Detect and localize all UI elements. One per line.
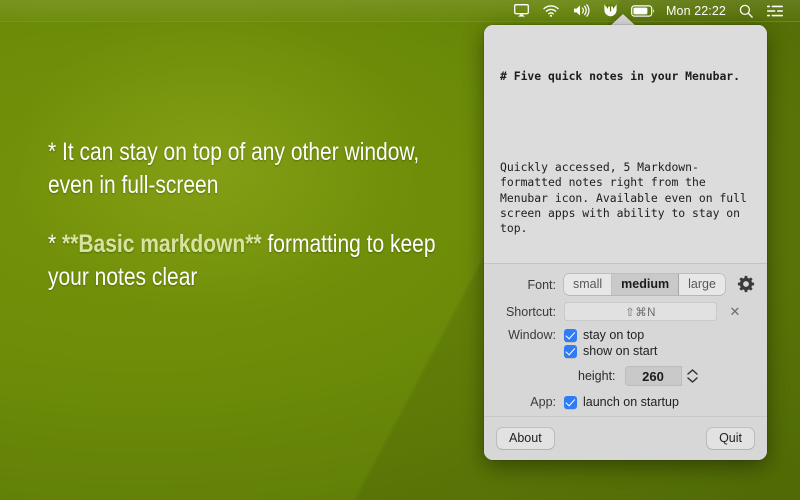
stay-on-top-checkbox[interactable] [564,328,577,342]
desktop-note-paragraph-2: * **Basic markdown** formatting to keep … [48,228,460,294]
height-input[interactable]: 260 [624,366,682,386]
desktop-note-paragraph-1: * It can stay on top of any other window… [48,136,460,202]
menubar: Mon 22:22 [0,0,800,22]
desktop-note-bold-text: **Basic markdown** [62,230,262,258]
search-icon[interactable] [732,0,760,22]
clear-shortcut-icon[interactable]: ✕ [728,305,742,318]
desktop-note-overlay: * It can stay on top of any other window… [48,136,460,320]
window-label: Window: [508,328,556,342]
notes-heading: # Five quick notes in your Menubar. [500,69,741,84]
stepper-down-icon [686,377,698,383]
show-on-start-checkbox-row[interactable]: show on start [564,344,755,358]
window-row: Window: stay on top [496,328,755,342]
airplay-icon[interactable] [507,0,536,22]
stay-on-top-label: stay on top [583,328,645,342]
launch-on-startup-checkbox[interactable] [564,395,577,409]
desktop-note-bullet-1: * [48,138,63,166]
show-on-start-label: show on start [583,344,658,358]
notes-text-area[interactable]: # Five quick notes in your Menubar. Quic… [484,25,767,263]
notes-blank-line [500,115,751,130]
settings-section: Font: small medium large Shortcut: ⇧⌘N ✕… [484,264,767,416]
quit-button[interactable]: Quit [707,428,754,449]
control-center-icon[interactable] [760,0,790,22]
show-on-start-checkbox[interactable] [564,344,577,358]
menubar-clock[interactable]: Mon 22:22 [662,0,732,22]
launch-on-startup-checkbox-row[interactable]: launch on startup [564,395,679,409]
shortcut-label: Shortcut: [505,304,556,319]
gear-icon[interactable] [737,275,755,293]
shortcut-row: Shortcut: ⇧⌘N ✕ [496,302,755,321]
height-label: height: [578,369,616,383]
volume-icon[interactable] [566,0,597,22]
app-label: App: [530,395,556,409]
font-row: Font: small medium large [496,274,755,295]
desktop-note-text-1: It can stay on top of any other window, … [48,138,420,199]
launch-on-startup-label: launch on startup [583,395,679,409]
stay-on-top-checkbox-row[interactable]: stay on top [564,328,644,342]
stepper-up-icon [686,369,698,375]
app-row: App: launch on startup [496,395,755,409]
font-size-option-medium[interactable]: medium [612,274,680,295]
notes-body: Quickly accessed, 5 Markdown-formatted n… [500,160,754,235]
font-size-segmented-control[interactable]: small medium large [564,274,725,295]
panel-footer: About Quit [484,416,767,460]
shortcut-input[interactable]: ⇧⌘N [564,302,717,321]
wifi-icon[interactable] [536,0,566,22]
height-stepper[interactable] [685,366,700,386]
notes-popover-panel: # Five quick notes in your Menubar. Quic… [484,25,767,460]
about-button[interactable]: About [497,428,554,449]
font-size-option-small[interactable]: small [564,274,613,295]
font-label: Font: [527,277,557,292]
height-row: height: 260 [578,366,755,386]
font-size-option-large[interactable]: large [679,274,725,295]
desktop-note-bullet-2: * [48,230,63,258]
